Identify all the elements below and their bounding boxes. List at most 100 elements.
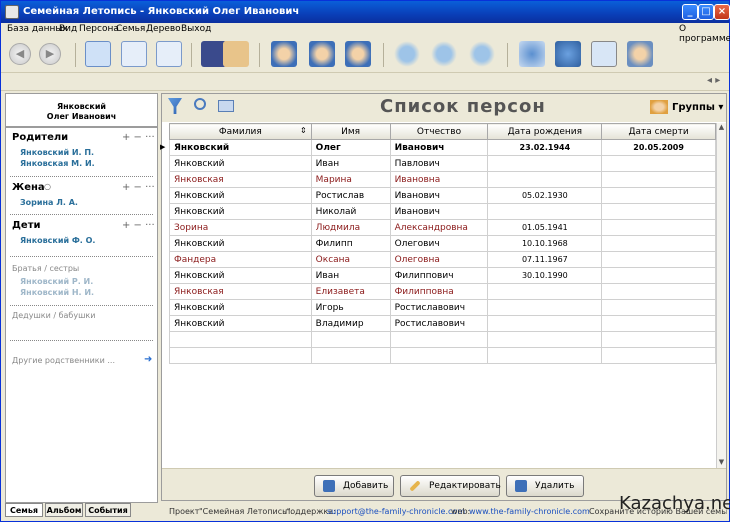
status-project-label: Проект	[169, 507, 200, 516]
other-relatives-heading[interactable]: Другие родственники ...	[12, 356, 115, 365]
calendar-icon[interactable]	[591, 41, 617, 67]
table-row[interactable]: Янковский Иван Павлович	[169, 155, 716, 172]
sibling-link[interactable]: Янковский Н. И.	[20, 288, 94, 297]
table-cell	[601, 219, 716, 236]
support-email-link[interactable]: support@the-family-chronicle.com	[327, 507, 465, 516]
add-button[interactable]: Добавить	[314, 475, 394, 497]
close-button[interactable]: ×	[714, 4, 730, 20]
toolbar-separator	[383, 43, 384, 67]
menu-exit[interactable]: Выход	[181, 24, 211, 34]
scroll-up-icon[interactable]: ▲	[717, 123, 726, 133]
parents-add-remove-icon[interactable]: + − ···	[122, 132, 155, 143]
edit-button[interactable]: Редактировать	[400, 475, 501, 497]
family-panel: Янковский Олег Иванович Родители + − ···…	[5, 93, 158, 503]
person-given-names: Олег Иванович	[46, 112, 117, 121]
help-persons-icon[interactable]	[627, 41, 653, 67]
table-row[interactable]: Янковский Николай Иванович	[169, 203, 716, 220]
person-card-view-icon[interactable]	[121, 41, 147, 67]
table-row[interactable]	[169, 347, 716, 364]
table-row[interactable]	[169, 331, 716, 348]
parent-link[interactable]: Янковская М. И.	[20, 159, 95, 168]
table-cell: Янковский ▶	[160, 139, 312, 156]
table-cell: Ростиславович	[389, 315, 489, 332]
column-name[interactable]: Имя	[310, 123, 391, 140]
menu-view[interactable]: Вид	[59, 24, 77, 34]
groups-dropdown[interactable]: Группы ▾	[672, 102, 723, 113]
table-cell: Олегович	[389, 235, 489, 252]
table-cell: Янковский	[169, 315, 312, 332]
title-bar[interactable]: Семейная Летопись - Янковский Олег Ивано…	[1, 1, 730, 23]
website-link[interactable]: www.the-family-chronicle.com	[469, 507, 590, 516]
groups-icon	[650, 100, 668, 114]
table-cell: Янковский	[169, 235, 312, 252]
column-death-date[interactable]: Дата смерти	[601, 123, 716, 140]
search-icon[interactable]	[194, 98, 206, 110]
ancestor-tree-icon[interactable]	[394, 41, 420, 67]
table-row[interactable]: Янковский Ростислав Иванович 05.02.1930	[169, 187, 716, 204]
table-row[interactable]: Янковская Елизавета Филипповна	[169, 283, 716, 300]
column-surname[interactable]: Фамилия ⇕	[169, 123, 312, 140]
table-cell: Зорина	[169, 219, 312, 236]
vertical-scrollbar[interactable]: ▲ ▼	[716, 123, 726, 469]
table-cell	[601, 283, 716, 300]
maximize-button[interactable]: □	[698, 4, 714, 20]
photo-portrait-icon[interactable]	[223, 41, 249, 67]
divider	[10, 214, 153, 215]
spouse-link[interactable]: Зорина Л. А.	[20, 198, 78, 207]
table-row[interactable]: Зорина Людмила Александровна 01.05.1941	[169, 219, 716, 236]
menu-tree[interactable]: Дерево	[146, 24, 181, 34]
table-row[interactable]: Янковский Владимир Ростиславович	[169, 315, 716, 332]
menu-person[interactable]: Персона	[79, 24, 119, 34]
delete-person-icon[interactable]	[345, 41, 371, 67]
table-cell	[487, 347, 603, 364]
person-surname: Янковский	[56, 102, 107, 111]
filter-icon[interactable]	[168, 98, 182, 114]
family-view-icon[interactable]	[156, 41, 182, 67]
panel-arrows-icon[interactable]: ◂ ▸	[707, 75, 720, 86]
sort-icon[interactable]: ⇕	[300, 126, 307, 135]
tab-album[interactable]: Альбом	[45, 503, 83, 517]
delete-button[interactable]: Удалить	[506, 475, 584, 497]
edit-person-icon[interactable]	[309, 41, 335, 67]
add-person-icon[interactable]	[271, 41, 297, 67]
children-add-remove-icon[interactable]: + − ···	[122, 220, 155, 231]
tab-family[interactable]: Семья	[5, 503, 43, 517]
column-patronymic[interactable]: Отчество	[389, 123, 489, 140]
full-tree-icon[interactable]	[469, 41, 495, 67]
table-row[interactable]: Янковский Филипп Олегович 10.10.1968	[169, 235, 716, 252]
statistics-chart-icon[interactable]	[519, 41, 545, 67]
table-cell: Людмила	[310, 219, 391, 236]
table-row[interactable]: Янковская Марина Ивановна	[169, 171, 716, 188]
groups-label: Группы	[672, 102, 715, 113]
minimize-button[interactable]: _	[682, 4, 698, 20]
person-list-panel: Список персон Группы ▾ Фамилия ⇕ Имя Отче…	[160, 93, 727, 501]
back-icon[interactable]: ◀	[9, 43, 31, 65]
wife-add-remove-icon[interactable]: + − ···	[122, 182, 155, 193]
table-cell: Ростислав	[310, 187, 391, 204]
settings-gear-icon[interactable]	[555, 41, 581, 67]
tab-events[interactable]: События	[85, 503, 131, 517]
parent-link[interactable]: Янковский И. П.	[20, 148, 94, 157]
table-cell	[487, 283, 603, 300]
sibling-link[interactable]: Янковский Р. И.	[20, 277, 93, 286]
menu-family[interactable]: Семья	[116, 24, 145, 34]
table-row[interactable]: Янковский ▶ Олег Иванович 23.02.1944 20.05.20…	[160, 139, 716, 156]
table-row[interactable]: Янковский Иван Филиппович 30.10.1990	[169, 267, 716, 284]
table-row[interactable]: Янковский Игорь Ростиславович	[169, 299, 716, 316]
table-cell	[601, 187, 716, 204]
table-cell	[487, 203, 603, 220]
table-row[interactable]: Фандера Оксана Олеговна 07.11.1967	[169, 251, 716, 268]
toolbar-separator	[191, 43, 192, 67]
print-icon[interactable]	[218, 100, 234, 112]
table-cell: Николай	[310, 203, 391, 220]
table-cell	[310, 331, 391, 348]
descendant-tree-icon[interactable]	[431, 41, 457, 67]
person-list-view-icon[interactable]	[85, 41, 111, 67]
scroll-down-icon[interactable]: ▼	[717, 458, 726, 468]
column-birth-date[interactable]: Дата рождения	[487, 123, 603, 140]
child-link[interactable]: Янковский Ф. О.	[20, 236, 95, 245]
forward-icon[interactable]: ▶	[39, 43, 61, 65]
table-cell: Янковский	[169, 299, 312, 316]
arrow-right-icon[interactable]: ➜	[144, 354, 152, 365]
divider	[10, 256, 153, 257]
